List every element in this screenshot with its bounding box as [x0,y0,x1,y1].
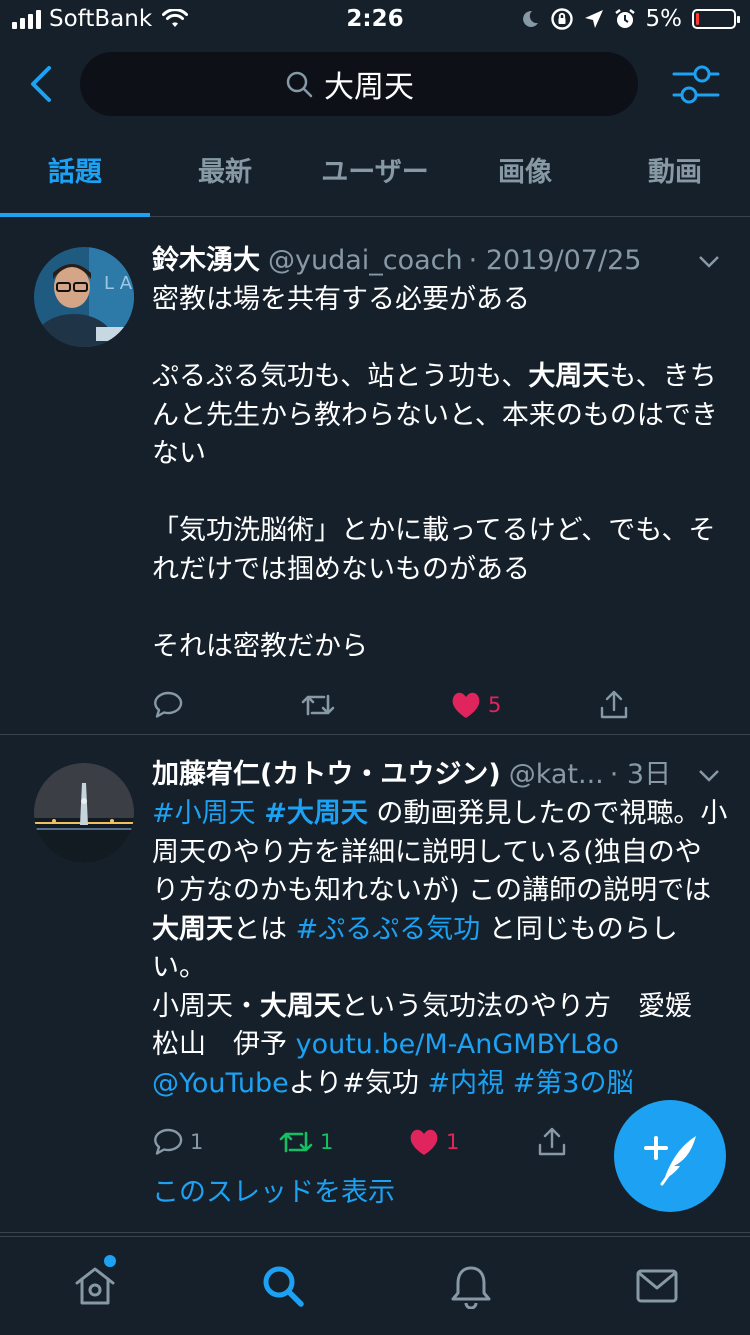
compose-feather-icon [644,1136,696,1186]
like-count: 5 [488,693,502,717]
reply-button[interactable]: 1 [152,1127,203,1157]
avatar[interactable]: L A [34,247,134,347]
mention-link[interactable]: @YouTube [152,1068,289,1099]
share-button[interactable] [598,689,630,721]
like-button[interactable]: 1 [408,1127,459,1157]
url-link[interactable]: youtu.be/M-AnGMBYL8o [296,1029,619,1060]
battery-icon [692,9,740,29]
home-icon[interactable] [72,1263,118,1309]
share-icon [600,690,628,719]
search-tabs: 話題 最新 ユーザー 画像 動画 [0,140,750,217]
like-button[interactable]: 5 [450,690,501,720]
heart-icon [410,1129,438,1155]
reply-count: 1 [190,1130,204,1154]
reply-button[interactable] [152,690,184,720]
author-name[interactable]: 鈴木湧大 [152,241,260,281]
share-icon [538,1127,566,1156]
search-icon [286,71,313,98]
search-input[interactable] [324,66,434,102]
tab-people[interactable]: ユーザー [300,140,450,216]
hashtag-link[interactable]: #大周天 [264,798,368,829]
hashtag-link[interactable]: #第3の脳 [513,1068,634,1099]
reply-icon [154,691,183,718]
retweet-button[interactable]: 1 [278,1127,333,1157]
avatar[interactable] [34,763,134,863]
search-header [0,50,750,120]
new-content-dot [104,1255,116,1267]
tweet-paragraph: それは密教だから [152,630,368,662]
hashtag-link[interactable]: #内視 [427,1068,504,1099]
share-button[interactable] [536,1126,568,1158]
retweet-count: 1 [320,1130,334,1154]
tab-top[interactable]: 話題 [0,140,150,217]
orientation-lock-icon [550,8,573,30]
like-count: 1 [446,1130,460,1154]
messages-envelope-icon[interactable] [634,1263,680,1309]
tweet-actions: 5 [152,680,728,730]
compose-tweet-button[interactable] [614,1100,726,1212]
tab-videos[interactable]: 動画 [600,140,750,216]
back-icon[interactable] [22,62,62,106]
search-field[interactable] [80,52,638,116]
filter-settings-icon[interactable] [672,62,720,108]
tab-photos[interactable]: 画像 [450,140,600,216]
tweet-feed: L A 鈴木湧大 @yudai_coach · 2019/07/25 密教は場を… [0,217,750,1233]
tweet-text: #小周天 #大周天 の動画発見したので視聴。小周天のやり方を詳細に説明している(… [152,798,728,1099]
chevron-down-icon[interactable] [698,769,720,783]
heart-icon [452,692,480,718]
svg-text:L A: L A [104,273,133,294]
battery-percent: 5% [645,6,683,32]
tab-latest[interactable]: 最新 [150,140,300,216]
author-name[interactable]: 加藤宥仁(カトウ・ユウジン) [152,755,501,795]
location-icon [584,10,603,28]
tweet[interactable]: L A 鈴木湧大 @yudai_coach · 2019/07/25 密教は場を… [0,217,750,735]
tweet-paragraph: 「気功洗脳術」とかに載ってるけど、でも、それだけでは掴めないものがある [152,515,716,585]
author-handle[interactable]: @kat... [509,755,604,795]
search-tab-icon[interactable] [260,1263,306,1309]
tweet-date: · 2019/07/25 [468,245,642,276]
bottom-tab-bar [0,1236,750,1335]
hashtag-link[interactable]: #ぷるぷる気功 [296,914,481,945]
tweet-date: · 3日 [609,759,672,790]
retweet-icon [301,694,335,716]
alarm-icon [614,9,635,28]
tweet-paragraph: 密教は場を共有する必要がある [152,284,530,315]
retweet-button[interactable] [300,690,336,720]
chevron-down-icon[interactable] [698,255,720,269]
reply-icon [154,1128,183,1155]
notifications-bell-icon[interactable] [448,1263,494,1309]
moon-icon [522,10,538,27]
retweet-icon [279,1131,313,1153]
author-handle[interactable]: @yudai_coach [268,241,463,281]
hashtag-link[interactable]: #小周天 [152,798,256,829]
status-bar: SoftBank 2:26 5% [0,0,750,42]
tweet-paragraph: ぷるぷる気功も、站とう功も、大周天も、きちんと先生から教わらないと、本来のものは… [152,361,718,469]
tweet-text: 密教は場を共有する必要がある ぷるぷる気功も、站とう功も、大周天も、きちんと先生… [152,281,728,666]
